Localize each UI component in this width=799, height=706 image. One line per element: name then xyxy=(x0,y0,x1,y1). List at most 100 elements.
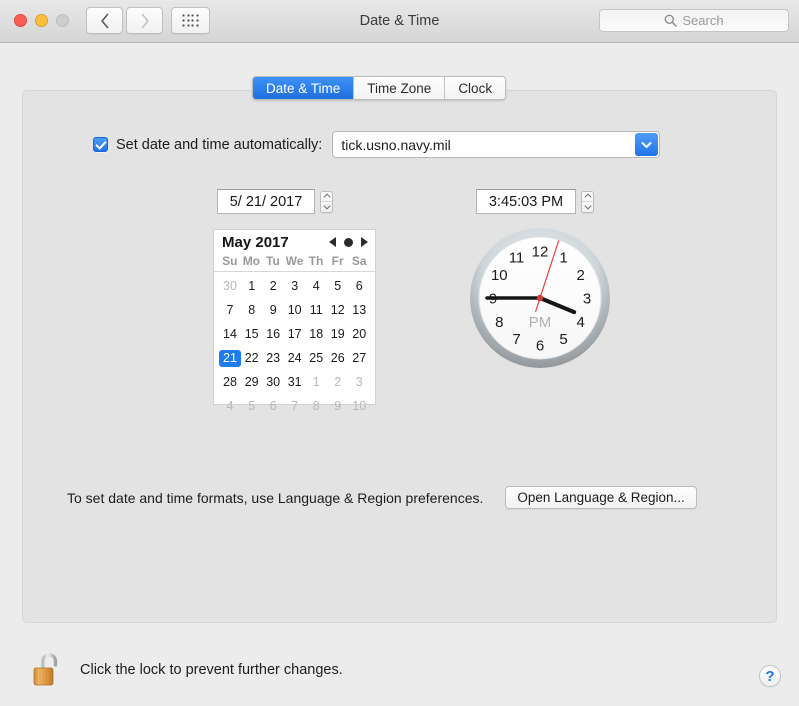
calendar-day[interactable]: 27 xyxy=(348,346,370,370)
calendar-day[interactable]: 26 xyxy=(327,346,349,370)
calendar-day-number: 7 xyxy=(291,399,299,413)
open-language-and-region-button[interactable]: Open Language & Region... xyxy=(505,486,697,509)
calendar-day[interactable]: 10 xyxy=(348,394,370,418)
tab-time-zone[interactable]: Time Zone xyxy=(354,77,446,99)
calendar-day[interactable]: 22 xyxy=(241,346,263,370)
calendar-day-number: 5 xyxy=(334,279,342,293)
calendar-day-number: 17 xyxy=(287,327,302,341)
calendar-dow: Fr xyxy=(331,254,344,268)
calendar-day[interactable]: 8 xyxy=(241,298,263,322)
tab-clock[interactable]: Clock xyxy=(445,77,506,99)
clock-numeral: 2 xyxy=(577,267,585,284)
calendar-day[interactable]: 3 xyxy=(348,370,370,394)
time-field-group: 3:45:03 PM xyxy=(476,189,594,214)
set-automatically-checkbox[interactable] xyxy=(93,137,108,152)
calendar-day-number: 31 xyxy=(287,375,302,389)
calendar-day[interactable]: 2 xyxy=(262,274,284,298)
calendar-day-number: 2 xyxy=(269,279,277,293)
date-stepper-down[interactable] xyxy=(321,202,332,212)
calendar-day[interactable]: 7 xyxy=(219,298,241,322)
calendar-day[interactable]: 1 xyxy=(241,274,263,298)
calendar-day-number: 20 xyxy=(352,327,367,341)
calendar-day[interactable]: 4 xyxy=(219,394,241,418)
calendar-picker[interactable]: May 2017 Su Mo Tu We Th Fr Sa 30 1 2 3 4 5 6 7 8… xyxy=(213,229,376,413)
calendar-day-number: 10 xyxy=(287,303,302,317)
calendar-day[interactable]: 1 xyxy=(305,370,327,394)
help-button[interactable]: ? xyxy=(759,665,781,687)
calendar-day[interactable]: 6 xyxy=(262,394,284,418)
calendar-day[interactable]: 3 xyxy=(284,274,306,298)
tab-date-and-time[interactable]: Date & Time xyxy=(253,77,355,99)
time-stepper-down[interactable] xyxy=(582,202,593,212)
clock-numeral: 8 xyxy=(495,314,503,331)
calendar-day-number: 2 xyxy=(334,375,342,389)
calendar-day-number: 3 xyxy=(291,279,299,293)
calendar-day[interactable]: 6 xyxy=(348,274,370,298)
clock-numeral: 7 xyxy=(512,331,520,348)
calendar-day[interactable]: 7 xyxy=(284,394,306,418)
date-input[interactable]: 5/ 21/ 2017 xyxy=(217,189,315,214)
time-stepper-up[interactable] xyxy=(582,192,593,202)
calendar-day-number: 19 xyxy=(330,327,345,341)
calendar-day-number: 22 xyxy=(244,351,259,365)
calendar-day-number: 21 xyxy=(219,349,241,367)
calendar-day[interactable]: 20 xyxy=(348,322,370,346)
calendar-day[interactable]: 25 xyxy=(305,346,327,370)
set-automatically-row: Set date and time automatically: tick.us… xyxy=(93,131,661,158)
calendar-day-number: 8 xyxy=(248,303,256,317)
calendar-day-number: 18 xyxy=(309,327,324,341)
calendar-day[interactable]: 16 xyxy=(262,322,284,346)
calendar-day[interactable]: 11 xyxy=(305,298,327,322)
calendar-day[interactable]: 29 xyxy=(241,370,263,394)
calendar-day-number: 26 xyxy=(330,351,345,365)
calendar-day[interactable]: 10 xyxy=(284,298,306,322)
calendar-next-month-icon[interactable] xyxy=(361,237,368,247)
calendar-day-number: 1 xyxy=(248,279,256,293)
calendar-day[interactable]: 30 xyxy=(219,274,241,298)
calendar-day[interactable]: 28 xyxy=(219,370,241,394)
calendar-day[interactable]: 4 xyxy=(305,274,327,298)
search-input[interactable]: Search xyxy=(599,9,789,32)
calendar-day[interactable]: 30 xyxy=(262,370,284,394)
calendar-day[interactable]: 9 xyxy=(327,394,349,418)
time-stepper[interactable] xyxy=(581,190,594,213)
chevron-down-icon[interactable] xyxy=(635,133,659,156)
calendar-day-number: 6 xyxy=(269,399,277,413)
calendar-day[interactable]: 5 xyxy=(327,274,349,298)
calendar-today-icon[interactable] xyxy=(344,237,353,247)
calendar-day-grid: 30 1 2 3 4 5 6 7 8 9 10 11 12 13 14 15 16 17 18 19 20 21 22 23 2… xyxy=(214,272,375,418)
unlocked-padlock-icon[interactable] xyxy=(32,652,64,688)
calendar-day[interactable]: 12 xyxy=(327,298,349,322)
date-stepper[interactable] xyxy=(320,190,333,213)
time-input[interactable]: 3:45:03 PM xyxy=(476,189,576,214)
time-server-value: tick.usno.navy.mil xyxy=(341,136,451,153)
date-stepper-up[interactable] xyxy=(321,192,332,202)
calendar-day-number: 14 xyxy=(223,327,237,341)
time-server-combobox[interactable]: tick.usno.navy.mil xyxy=(332,131,661,158)
calendar-day[interactable]: 19 xyxy=(327,322,349,346)
calendar-day[interactable]: 2 xyxy=(327,370,349,394)
calendar-day-number: 4 xyxy=(312,279,320,293)
calendar-day[interactable]: 9 xyxy=(262,298,284,322)
calendar-day[interactable]: 13 xyxy=(348,298,370,322)
clock-numeral: 6 xyxy=(536,337,544,354)
calendar-day[interactable]: 31 xyxy=(284,370,306,394)
clock-numeral: 5 xyxy=(559,331,567,348)
clock-numeral: 4 xyxy=(577,314,585,331)
calendar-day[interactable]: 8 xyxy=(305,394,327,418)
calendar-day[interactable]: 23 xyxy=(262,346,284,370)
calendar-day-number: 29 xyxy=(244,375,259,389)
calendar-day[interactable]: 18 xyxy=(305,322,327,346)
calendar-day[interactable]: 15 xyxy=(241,322,263,346)
calendar-dow: Th xyxy=(308,254,324,268)
preferences-panel: Date & Time Time Zone Clock Set date and… xyxy=(22,76,777,623)
clock-meridiem-label: PM xyxy=(529,314,552,331)
calendar-day[interactable]: 14 xyxy=(219,322,241,346)
calendar-prev-month-icon[interactable] xyxy=(329,237,336,247)
analog-clock: 121234567891011 PM xyxy=(469,227,611,369)
calendar-day-selected[interactable]: 21 xyxy=(219,346,241,370)
calendar-dow: Tu xyxy=(266,254,280,268)
calendar-day[interactable]: 5 xyxy=(241,394,263,418)
calendar-day[interactable]: 24 xyxy=(284,346,306,370)
calendar-day[interactable]: 17 xyxy=(284,322,306,346)
